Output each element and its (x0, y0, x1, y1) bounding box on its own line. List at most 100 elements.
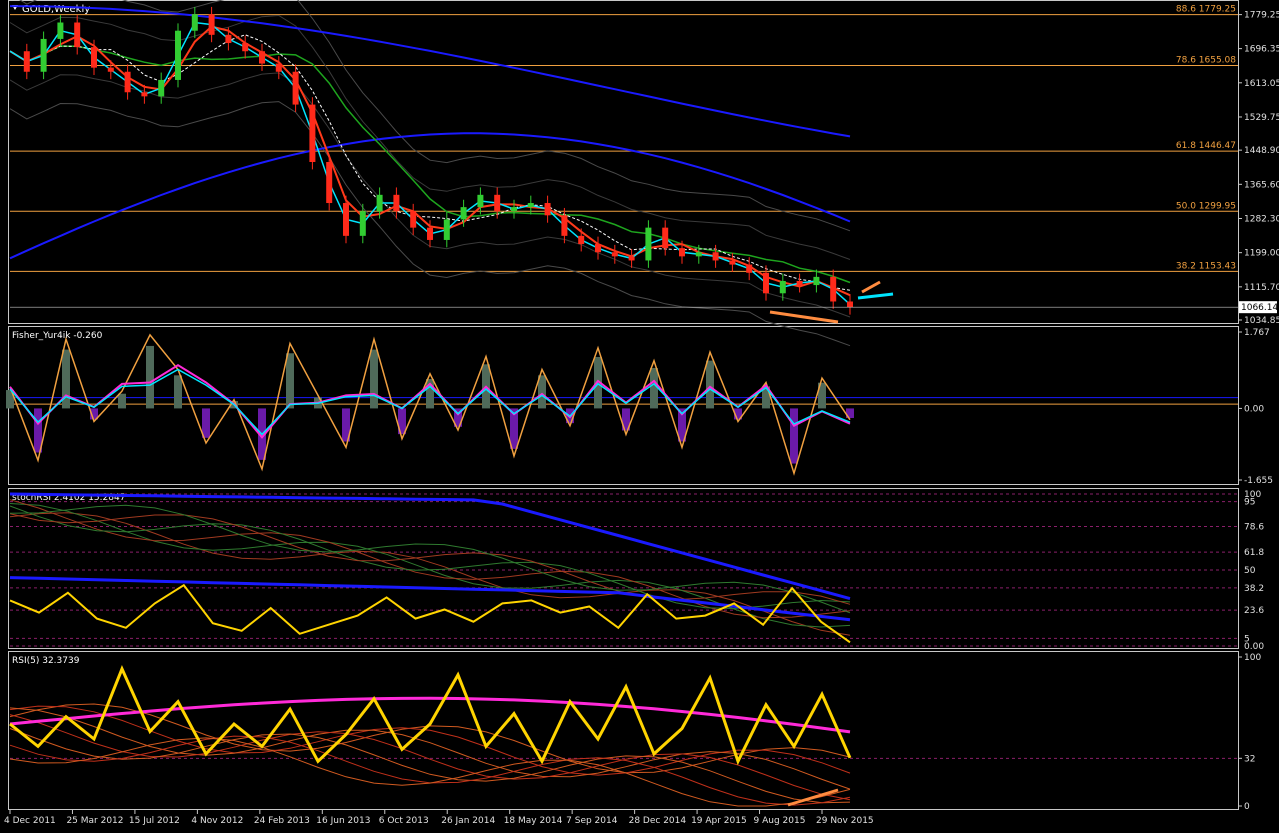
candle-body (309, 104, 316, 162)
fib-level-label: 38.2 1153.43 (1176, 261, 1236, 271)
time-axis-label: 28 Dec 2014 (629, 816, 687, 826)
candle-body (158, 79, 165, 97)
candle-body (544, 203, 551, 216)
candle-body (746, 264, 753, 273)
candle-body (796, 280, 803, 286)
rsi-axis-label: 32 (1244, 754, 1255, 764)
stochrsi-axis-label: 61.8 (1244, 548, 1264, 558)
time-axis-label: 24 Feb 2013 (254, 816, 310, 826)
candle-body (326, 162, 333, 204)
candle-body (107, 67, 114, 72)
price-axis-label: 1779.25 (1244, 11, 1279, 21)
price-axis-label: 1529.75 (1244, 113, 1279, 123)
candle-body (561, 215, 568, 236)
candle-body (729, 260, 736, 265)
candle-body (712, 252, 719, 261)
candle-body (359, 211, 366, 236)
candle-body (460, 207, 467, 220)
candle-body (443, 219, 450, 240)
candle-body (292, 71, 299, 105)
fisher-histogram-bar (146, 345, 154, 409)
candle-body (611, 252, 618, 257)
stochrsi-axis-label: 50 (1244, 566, 1256, 576)
time-axis-label: 29 Nov 2015 (816, 816, 874, 826)
candle-body (847, 301, 853, 308)
fisher-histogram-bar (286, 353, 294, 409)
candle-body (175, 30, 181, 80)
candle-body (40, 38, 47, 72)
candle-body (259, 51, 265, 64)
candle-body (511, 207, 517, 212)
fib-level-label: 78.6 1655.08 (1176, 56, 1236, 66)
time-axis-label: 18 May 2014 (504, 816, 563, 826)
fib-level-label: 61.8 1446.47 (1176, 141, 1236, 151)
chart-canvas[interactable]: GOLD,Weekly 88.6 1779.2578.6 1655.0861.8… (0, 0, 1279, 829)
time-axis-label: 4 Dec 2011 (4, 816, 56, 826)
time-axis-label: 25 Mar 2012 (66, 816, 123, 826)
time-axis-label: 19 Apr 2015 (691, 816, 747, 826)
candle-body (679, 248, 685, 257)
stochrsi-axis-label: 23.6 (1244, 606, 1264, 616)
fisher-axis-label: 1.767 (1244, 328, 1270, 338)
candle-body (191, 14, 198, 31)
price-axis-label: 1613.05 (1244, 79, 1279, 89)
chart-background (0, 0, 1279, 829)
candle-body (343, 203, 349, 236)
candle-body (393, 194, 400, 212)
candle-body (275, 63, 282, 72)
candle-body (813, 276, 820, 286)
fisher-histogram-bar (174, 375, 182, 409)
candle-body (779, 280, 786, 294)
fisher-histogram-bar (370, 349, 378, 409)
candle-body (427, 227, 433, 240)
fisher-title: Fisher_Yur4ik -0.260 (12, 331, 103, 341)
price-axis-label: 1199.00 (1244, 249, 1279, 259)
candle-body (494, 194, 501, 212)
fisher-axis-label: 0.00 (1244, 404, 1264, 414)
fib-level-label: 88.6 1779.25 (1176, 5, 1236, 15)
candle-body (124, 71, 131, 93)
candle-body (763, 272, 769, 294)
rsi-axis-label: 100 (1244, 653, 1261, 663)
price-axis-label: 1448.90 (1244, 146, 1279, 156)
candle-body (578, 235, 585, 245)
candle-body (74, 22, 81, 48)
candle-body (477, 194, 484, 208)
rsi-title: RSI(5) 32.3739 (12, 656, 80, 666)
candle-body (645, 227, 652, 261)
time-axis-label: 4 Nov 2012 (191, 816, 243, 826)
candle-body (695, 252, 702, 257)
price-axis-label: 1696.35 (1244, 45, 1279, 55)
fisher-histogram-bar (118, 393, 126, 409)
stochrsi-axis-label: 38.2 (1244, 584, 1264, 594)
candle-body (527, 203, 534, 208)
trading-chart-window[interactable]: GOLD,Weekly 88.6 1779.25 78.6 1655.08 61.8… (0, 0, 1279, 829)
fib-level-label: 50.0 1299.95 (1176, 201, 1236, 211)
candle-body (225, 34, 232, 44)
candle-body (141, 92, 148, 97)
candle-body (376, 194, 383, 212)
price-axis-label: 1115.70 (1244, 283, 1279, 293)
candle-body (662, 227, 669, 249)
candle-body (595, 244, 601, 253)
stochrsi-axis-label: 78.6 (1244, 523, 1264, 533)
rsi-axis-label: 0 (1244, 802, 1250, 812)
current-price-label: 1066.14 (1241, 303, 1278, 313)
candle-body (57, 22, 64, 39)
price-axis-label: 1034.85 (1244, 316, 1279, 326)
time-axis-label: 7 Sep 2014 (566, 816, 618, 826)
time-axis-label: 15 Jul 2012 (129, 816, 180, 826)
time-axis-label: 16 Jun 2013 (316, 816, 370, 826)
candle-body (410, 211, 417, 228)
time-axis-label: 26 Jan 2014 (441, 816, 495, 826)
candle-body (208, 14, 215, 35)
candle-body (628, 256, 635, 261)
candle-body (91, 47, 97, 68)
stochrsi-axis-label: 95 (1244, 498, 1255, 508)
fisher-histogram-bar (202, 408, 210, 438)
time-axis-label: 9 Aug 2015 (754, 816, 806, 826)
fisher-axis-label: -1.655 (1244, 476, 1273, 486)
candle-body (242, 43, 249, 52)
price-axis-label: 1282.30 (1244, 214, 1279, 224)
price-axis-label: 1365.60 (1244, 180, 1279, 190)
